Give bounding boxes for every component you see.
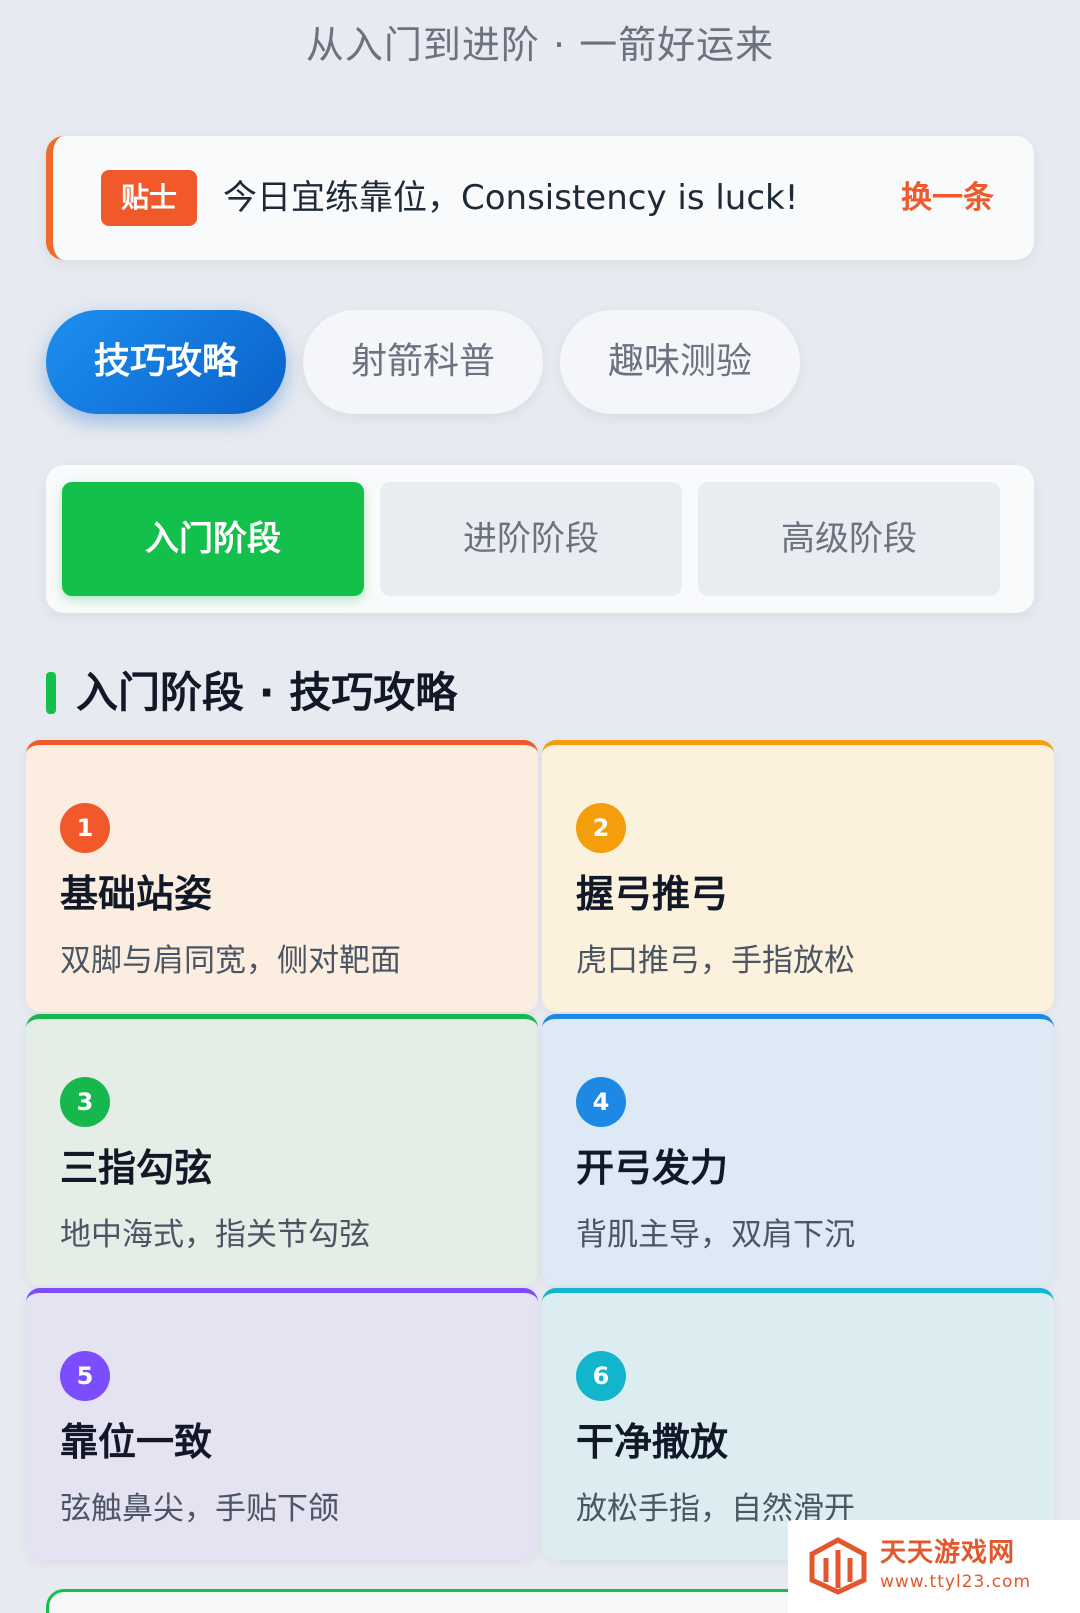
card-title: 三指勾弦 [60, 1146, 213, 1190]
tip-text: 今日宜练靠位，Consistency is luck! [223, 178, 799, 218]
watermark-logo-icon [809, 1537, 867, 1595]
tip-card-1[interactable]: 1 基础站姿 双脚与肩同宽，侧对靶面 [26, 740, 538, 1012]
card-description: 地中海式，指关节勾弦 [60, 1217, 370, 1253]
card-number-badge: 2 [576, 803, 626, 853]
card-description: 弦触鼻尖，手贴下颌 [60, 1491, 339, 1527]
tab-fun-quiz[interactable]: 趣味测验 [560, 310, 800, 414]
tip-badge: 贴士 [101, 170, 197, 226]
card-number-badge: 3 [60, 1077, 110, 1127]
tip-card-5[interactable]: 5 靠位一致 弦触鼻尖，手贴下颌 [26, 1288, 538, 1560]
card-title: 握弓推弓 [576, 872, 729, 916]
card-number-badge: 5 [60, 1351, 110, 1401]
card-title: 开弓发力 [576, 1146, 729, 1190]
tab-archery-science[interactable]: 射箭科普 [303, 310, 543, 414]
card-description: 双脚与肩同宽，侧对靶面 [60, 943, 401, 979]
card-number-badge: 4 [576, 1077, 626, 1127]
stage-advanced-button[interactable]: 高级阶段 [698, 482, 1000, 596]
card-title: 基础站姿 [60, 872, 213, 916]
tip-card-3[interactable]: 3 三指勾弦 地中海式，指关节勾弦 [26, 1014, 538, 1286]
card-title: 靠位一致 [60, 1420, 213, 1464]
page-subtitle: 从入门到进阶 · 一箭好运来 [305, 23, 775, 67]
tab-skill-guide[interactable]: 技巧攻略 [46, 310, 286, 414]
stage-intermediate-button[interactable]: 进阶阶段 [380, 482, 682, 596]
card-number-badge: 6 [576, 1351, 626, 1401]
section-accent-bar [46, 672, 56, 714]
site-watermark: 天天游戏网 www.ttyl23.com [788, 1520, 1080, 1613]
refresh-tip-button[interactable]: 换一条 [901, 170, 994, 226]
watermark-url: www.ttyl23.com [880, 1572, 1032, 1592]
card-number-badge: 1 [60, 803, 110, 853]
tip-card: 贴士 今日宜练靠位，Consistency is luck! 换一条 [46, 136, 1034, 260]
tip-card-4[interactable]: 4 开弓发力 背肌主导，双肩下沉 [542, 1014, 1054, 1286]
stage-beginner-button[interactable]: 入门阶段 [62, 482, 364, 596]
card-description: 背肌主导，双肩下沉 [576, 1217, 855, 1253]
watermark-name: 天天游戏网 [880, 1538, 1016, 1568]
stage-selector: 入门阶段 进阶阶段 高级阶段 [46, 465, 1034, 613]
tip-card-2[interactable]: 2 握弓推弓 虎口推弓，手指放松 [542, 740, 1054, 1012]
card-description: 虎口推弓，手指放松 [576, 943, 855, 979]
section-title: 入门阶段 · 技巧攻略 [76, 668, 458, 717]
card-title: 干净撒放 [576, 1420, 729, 1464]
